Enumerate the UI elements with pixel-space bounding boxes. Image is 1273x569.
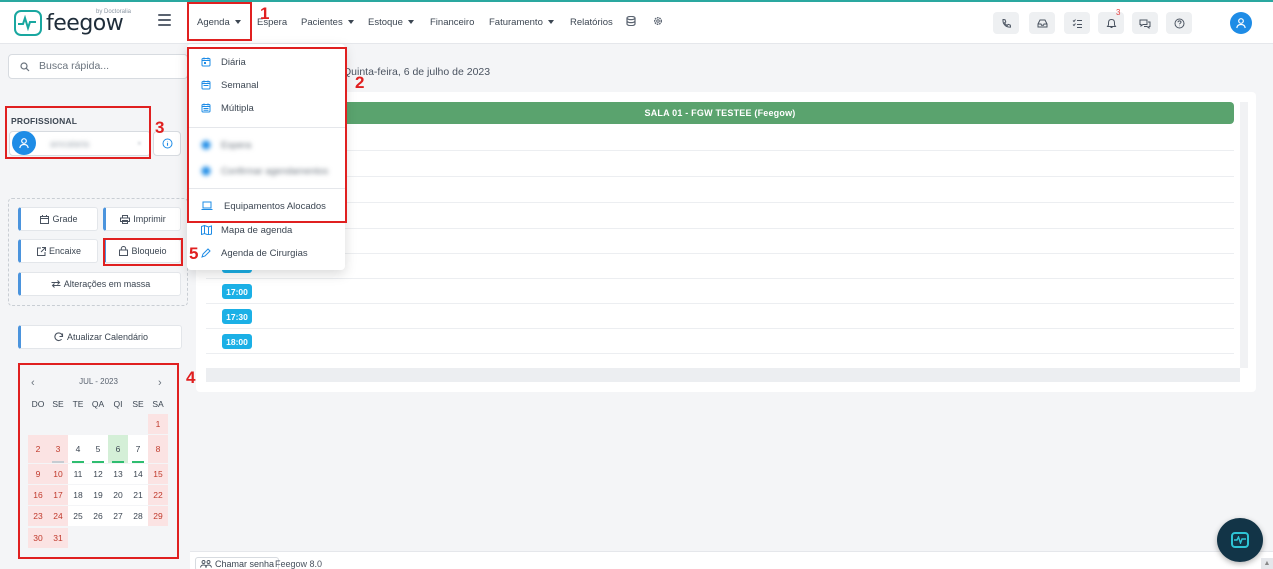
annotation-number-3: 3 — [155, 118, 165, 137]
search-icon — [20, 62, 30, 72]
nav-relatorios[interactable]: Relatórios — [570, 0, 613, 44]
annotation-box-1 — [187, 2, 252, 41]
nav-financeiro[interactable]: Financeiro — [430, 0, 474, 44]
external-link-icon — [36, 246, 46, 256]
calendar-icon — [40, 214, 50, 224]
pen-icon — [201, 248, 211, 258]
annotation-box-4 — [18, 363, 179, 559]
feegow-logo[interactable]: feegow by Doctoralia — [14, 9, 131, 36]
call-ticket-button[interactable]: Chamar senha — [195, 557, 280, 569]
encaixe-button[interactable]: Encaixe — [18, 239, 98, 263]
time-slot[interactable]: 17:30 — [222, 309, 252, 324]
agenda-panel — [196, 92, 1256, 392]
people-icon — [200, 560, 212, 568]
mass-changes-button[interactable]: Alterações em massa — [18, 272, 181, 296]
quick-search-input[interactable] — [39, 60, 179, 72]
nav-pacientes[interactable]: Pacientes — [301, 0, 354, 44]
notification-count-badge: 3 — [1116, 8, 1121, 17]
footer-bar — [190, 551, 1273, 569]
bell-icon — [1106, 18, 1116, 28]
menu-item-mapa[interactable]: Mapa de agenda — [187, 220, 345, 240]
agenda-date-title: Quinta-feira, 6 de julho de 2023 — [343, 66, 491, 78]
logo-text: feegow — [46, 11, 124, 36]
time-row-divider — [206, 328, 1234, 329]
time-slot[interactable]: 18:00 — [222, 334, 252, 349]
time-row-divider — [206, 253, 1234, 254]
help-icon — [1174, 18, 1184, 28]
annotation-box-3 — [5, 106, 151, 159]
vertical-scrollbar[interactable] — [1240, 102, 1248, 368]
scroll-up-arrow-icon[interactable]: ▲ — [1261, 558, 1273, 569]
time-row-divider — [206, 228, 1234, 229]
horizontal-scrollbar[interactable] — [206, 368, 1240, 382]
annotation-number-2: 2 — [355, 73, 365, 92]
refresh-calendar-button[interactable]: Atualizar Calendário — [18, 325, 182, 349]
annotation-number-5: 5 — [189, 244, 199, 263]
printer-icon — [120, 214, 131, 224]
time-row-divider — [206, 353, 1234, 354]
checklist-icon — [1072, 18, 1082, 28]
inbox-button[interactable] — [1029, 12, 1055, 34]
print-button[interactable]: Imprimir — [103, 207, 181, 231]
annotation-box-2 — [187, 47, 347, 223]
annotation-number-4: 4 — [186, 368, 196, 387]
grade-button[interactable]: Grade — [18, 207, 98, 231]
logo-pulse-icon — [14, 10, 42, 36]
chat-icon — [1139, 19, 1151, 29]
time-slot[interactable]: 17:00 — [222, 284, 252, 299]
hamburger-menu-icon[interactable] — [158, 14, 171, 26]
tasks-button[interactable] — [1064, 12, 1090, 34]
phone-button[interactable] — [993, 12, 1019, 34]
time-row-divider — [206, 278, 1234, 279]
swap-icon — [51, 280, 61, 288]
annotation-box-5 — [103, 238, 183, 266]
gear-icon[interactable] — [653, 16, 663, 26]
time-row-divider — [206, 202, 1234, 203]
map-icon — [201, 225, 212, 235]
version-label: Feegow 8.0 — [275, 559, 323, 569]
room-header: SALA 01 - FGW TESTEE (Feegow) — [206, 102, 1234, 124]
floating-assistant-button[interactable] — [1217, 518, 1263, 562]
monitor-pulse-icon — [1231, 532, 1249, 548]
database-icon[interactable] — [626, 16, 636, 26]
annotation-number-1: 1 — [260, 4, 270, 23]
menu-item-cirurgias[interactable]: Agenda de Cirurgias — [187, 243, 345, 263]
info-icon — [162, 138, 172, 149]
time-row-divider — [206, 303, 1234, 304]
user-avatar[interactable] — [1230, 12, 1252, 34]
nav-estoque[interactable]: Estoque — [368, 0, 414, 44]
nav-faturamento[interactable]: Faturamento — [489, 0, 554, 44]
refresh-icon — [54, 332, 64, 342]
chat-button[interactable] — [1132, 12, 1158, 34]
time-row-divider — [206, 150, 1234, 151]
phone-icon — [1001, 18, 1011, 28]
logo-by-doctoralia: by Doctoralia — [96, 9, 132, 15]
inbox-icon — [1037, 19, 1047, 27]
quick-search — [8, 54, 188, 79]
help-button[interactable] — [1166, 12, 1192, 34]
time-row-divider — [206, 176, 1234, 177]
user-icon — [1236, 18, 1246, 29]
